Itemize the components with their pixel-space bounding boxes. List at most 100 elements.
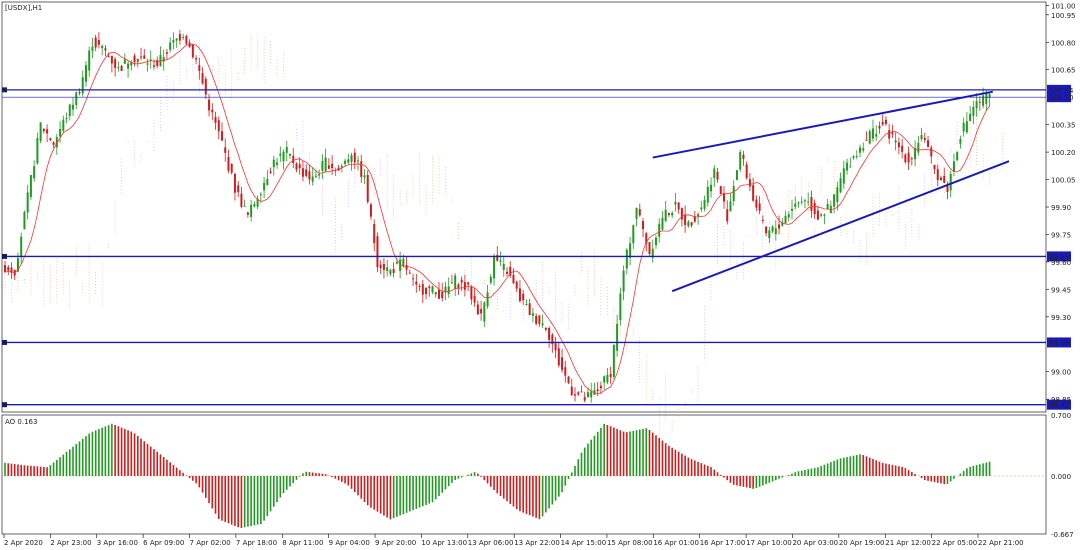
candle-body (807, 201, 810, 203)
level-handle (2, 402, 7, 408)
candle-body (726, 209, 729, 222)
candle-body (590, 391, 593, 398)
candle-body (301, 168, 304, 177)
candle-body (616, 323, 619, 351)
candle-body (467, 282, 470, 285)
time-tick-label: 2 Apr 23:00 (50, 539, 91, 547)
candle-body (525, 304, 528, 306)
candle-body (224, 147, 227, 153)
candle-body (768, 230, 771, 239)
candle-body (933, 164, 936, 170)
candle-body (418, 285, 421, 287)
candle-body (457, 284, 460, 288)
candle-body (347, 159, 350, 163)
candle-body (136, 58, 139, 63)
time-tick-label: 20 Apr 03:00 (792, 539, 838, 547)
candle-body (975, 101, 978, 109)
candle-body (175, 38, 178, 41)
candle-body (386, 267, 389, 271)
candle-body (596, 389, 599, 392)
time-tick-label: 3 Apr 16:00 (97, 539, 138, 547)
time-tick-label: 7 Apr 02:00 (190, 539, 231, 547)
candle-body (658, 223, 661, 237)
level-handle (2, 87, 7, 93)
candle-body (570, 386, 573, 395)
candle-body (94, 37, 97, 48)
candle-body (237, 185, 240, 193)
candle-body (415, 281, 418, 285)
candle-body (765, 226, 768, 234)
candle-body (752, 185, 755, 201)
price-tick-label: 100.80 (1051, 39, 1076, 47)
candle-body (810, 197, 813, 211)
level-handle (2, 339, 7, 345)
candle-body (910, 158, 913, 160)
candle-body (101, 45, 104, 49)
time-tick-label: 13 Apr 22:00 (514, 539, 560, 547)
candle-body (868, 131, 871, 144)
candle-body (314, 175, 317, 177)
candle-body (454, 275, 457, 290)
candle-body (120, 65, 123, 71)
candle-body (227, 156, 230, 171)
candle-body (276, 162, 279, 165)
candle-body (820, 214, 823, 216)
candle-body (382, 264, 385, 270)
price-tick-label: 100.95 (1051, 12, 1076, 20)
candle-body (392, 268, 395, 273)
candle-body (917, 142, 920, 153)
candle-body (697, 214, 700, 217)
candle-body (959, 138, 962, 144)
candle-body (493, 256, 496, 279)
candle-body (376, 236, 379, 268)
candle-body (732, 186, 735, 202)
candle-body (664, 209, 667, 221)
candle-body (204, 78, 207, 95)
candle-body (75, 92, 78, 106)
candle-body (246, 212, 249, 215)
candle-body (846, 162, 849, 171)
candle-body (49, 138, 52, 140)
candle-body (528, 303, 531, 316)
candle-body (201, 73, 204, 84)
time-tick-label: 9 Apr 20:00 (375, 539, 416, 547)
candle-body (42, 128, 45, 132)
candle-body (603, 376, 606, 383)
candle-body (298, 164, 301, 169)
time-axis: 2 Apr 2020 2 Apr 23:00 3 Apr 16:00 6 Apr 09… (3, 534, 1024, 547)
candle-body (735, 170, 738, 180)
candle-body (791, 208, 794, 211)
candle-body (20, 236, 23, 258)
candle-body (771, 226, 774, 232)
candle-body (437, 289, 440, 299)
candle-body (803, 200, 806, 202)
candle-body (713, 168, 716, 179)
candle-body (946, 185, 949, 192)
candle-body (622, 270, 625, 292)
candle-body (389, 269, 392, 274)
candle-body (722, 194, 725, 202)
candle-body (907, 152, 910, 163)
candle-body (369, 204, 372, 217)
candle-body (402, 258, 405, 266)
candle-body (272, 159, 275, 168)
candle-body (289, 153, 292, 156)
candle-body (470, 286, 473, 300)
candle-body (59, 129, 62, 137)
candle-body (761, 219, 764, 221)
candle-body (324, 157, 327, 171)
candle-body (625, 249, 628, 269)
candle-body (862, 148, 865, 151)
candle-body (127, 63, 130, 69)
candle-body (680, 208, 683, 220)
candle-body (742, 154, 745, 160)
candle-body (162, 57, 165, 62)
candle-body (46, 129, 49, 134)
candle-body (638, 209, 641, 216)
candle-body (813, 202, 816, 215)
candle-body (169, 42, 172, 50)
candle-body (502, 263, 505, 270)
candle-body (875, 133, 878, 137)
candle-body (195, 58, 198, 60)
candle-body (758, 203, 761, 211)
